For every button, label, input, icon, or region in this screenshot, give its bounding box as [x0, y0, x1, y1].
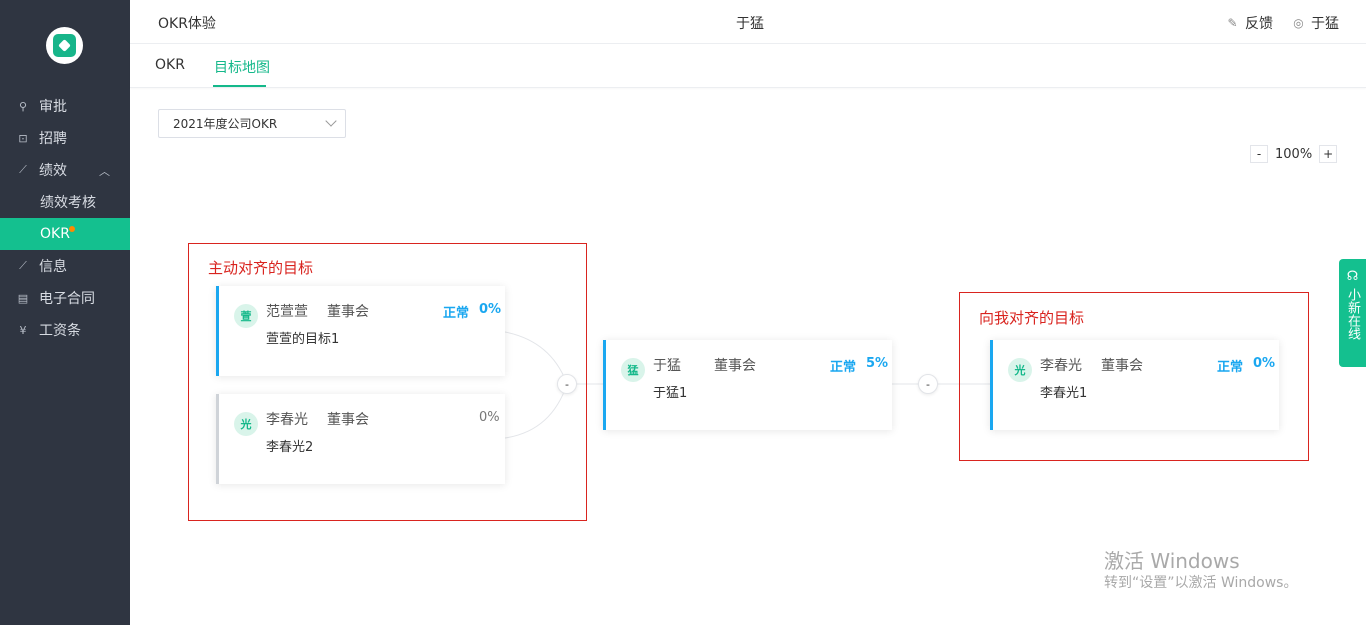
- goal-title: 萱萱的目标1: [266, 332, 340, 347]
- app-logo[interactable]: [46, 27, 83, 64]
- okr-card[interactable]: 光 李春光 董事会 正常 0% 李春光1: [990, 340, 1279, 430]
- sidebar-item-label: OKR: [40, 226, 70, 242]
- progress-percent: 5%: [866, 356, 889, 371]
- sidebar-item-recruit[interactable]: ⊡ 招聘: [0, 122, 130, 154]
- sidebar: ⚲ 审批 ⊡ 招聘 ⟋ 绩效 ︿ 绩效考核 OKR ⟋ 信息 ▤ 电子合同 ¥: [0, 0, 130, 625]
- owner-dept: 董事会: [327, 304, 369, 320]
- tab-okr[interactable]: OKR: [155, 57, 185, 73]
- goal-title: 李春光1: [1040, 386, 1088, 401]
- stamp-icon: ⚲: [18, 99, 28, 113]
- goal-title: 于猛1: [653, 386, 688, 401]
- okr-card[interactable]: 萱 范萱萱 董事会 正常 0% 萱萱的目标1: [216, 286, 505, 376]
- recruit-icon: ⊡: [18, 131, 28, 145]
- avatar: 光: [1008, 358, 1032, 382]
- sidebar-item-performance[interactable]: ⟋ 绩效 ︿: [0, 154, 130, 186]
- sidebar-item-label: 绩效: [39, 163, 67, 179]
- period-select-value: 2021年度公司OKR: [173, 117, 278, 131]
- sidebar-item-payslip[interactable]: ¥ 工资条: [0, 314, 130, 346]
- progress-percent: 0%: [479, 410, 500, 425]
- zoom-level: 100%: [1275, 146, 1313, 162]
- zoom-in-button[interactable]: +: [1319, 145, 1338, 163]
- okr-card-current-user[interactable]: 猛 于猛 董事会 正常 5% 于猛1: [603, 340, 892, 430]
- sidebar-item-performance-review[interactable]: 绩效考核: [0, 186, 130, 218]
- sidebar-item-label: 招聘: [39, 131, 67, 147]
- windows-activation-title: 激活 Windows: [1104, 549, 1240, 573]
- progress-percent: 0%: [479, 302, 502, 317]
- online-support-button[interactable]: ☊ 小新在线: [1339, 259, 1366, 367]
- owner-dept: 董事会: [714, 358, 756, 374]
- edit-icon: ✎: [1227, 16, 1238, 30]
- sidebar-item-label: 信息: [39, 259, 67, 275]
- zoom-out-button[interactable]: -: [1250, 145, 1268, 163]
- sidebar-item-info[interactable]: ⟋ 信息: [0, 250, 130, 282]
- status-badge: 正常: [830, 360, 857, 375]
- yen-icon: ¥: [19, 323, 27, 337]
- owner-name: 于猛: [653, 358, 681, 374]
- collapse-aligned-up-button[interactable]: -: [557, 374, 577, 394]
- headset-icon: ☊: [1346, 269, 1359, 284]
- sidebar-item-label: 工资条: [39, 323, 81, 339]
- zoom-control: - 100% +: [1250, 145, 1338, 163]
- user-menu[interactable]: ◎ 于猛: [1292, 13, 1339, 33]
- goal-title: 李春光2: [266, 440, 314, 455]
- logo-mark-icon: [53, 34, 76, 57]
- user-name: 于猛: [1311, 16, 1339, 32]
- chevron-down-icon: [325, 115, 337, 127]
- windows-activation-hint: 转到“设置”以激活 Windows。: [1104, 575, 1298, 591]
- owner-name: 范萱萱: [266, 304, 308, 320]
- chart-icon: ⟋: [19, 163, 27, 176]
- owner-name: 李春光: [266, 412, 308, 428]
- sidebar-item-contract[interactable]: ▤ 电子合同: [0, 282, 130, 314]
- feedback-label: 反馈: [1245, 16, 1273, 32]
- sidebar-item-label: 审批: [39, 99, 67, 115]
- status-badge: 正常: [443, 306, 470, 321]
- online-support-label: 小新在线: [1345, 288, 1360, 340]
- sidebar-item-okr[interactable]: OKR: [0, 218, 130, 250]
- sidebar-item-label: 绩效考核: [40, 195, 96, 211]
- contract-icon: ▤: [17, 291, 29, 305]
- owner-dept: 董事会: [327, 412, 369, 428]
- collapse-aligned-to-me-button[interactable]: -: [918, 374, 938, 394]
- tab-goal-map[interactable]: 目标地图: [214, 57, 270, 77]
- current-user-center: 于猛: [736, 16, 764, 32]
- period-select[interactable]: 2021年度公司OKR: [158, 109, 346, 138]
- status-badge: 正常: [1217, 360, 1244, 375]
- active-tab-indicator: [213, 85, 266, 87]
- avatar: 猛: [621, 358, 645, 382]
- notification-dot: [69, 226, 75, 232]
- avatar: 光: [234, 412, 258, 436]
- info-chart-icon: ⟋: [19, 259, 27, 272]
- aligned-to-me-annotation-label: 向我对齐的目标: [979, 309, 1085, 327]
- avatar: 萱: [234, 304, 258, 328]
- progress-percent: 0%: [1253, 356, 1276, 371]
- chevron-up-icon: ︿: [99, 165, 110, 178]
- page-title: OKR体验: [158, 16, 216, 32]
- feedback-button[interactable]: ✎ 反馈: [1226, 13, 1273, 33]
- owner-dept: 董事会: [1101, 358, 1143, 374]
- sidebar-nav: ⚲ 审批 ⊡ 招聘 ⟋ 绩效 ︿ 绩效考核 OKR ⟋ 信息 ▤ 电子合同 ¥: [0, 90, 130, 346]
- tab-bar: OKR 目标地图: [130, 44, 1366, 88]
- sidebar-item-label: 电子合同: [39, 291, 95, 307]
- user-icon: ◎: [1293, 16, 1304, 30]
- aligned-up-annotation-label: 主动对齐的目标: [208, 259, 314, 277]
- sidebar-item-approval[interactable]: ⚲ 审批: [0, 90, 130, 122]
- okr-card[interactable]: 光 李春光 董事会 0% 李春光2: [216, 394, 505, 484]
- top-header: OKR体验 于猛 ✎ 反馈 ◎ 于猛: [130, 0, 1366, 44]
- owner-name: 李春光: [1040, 358, 1082, 374]
